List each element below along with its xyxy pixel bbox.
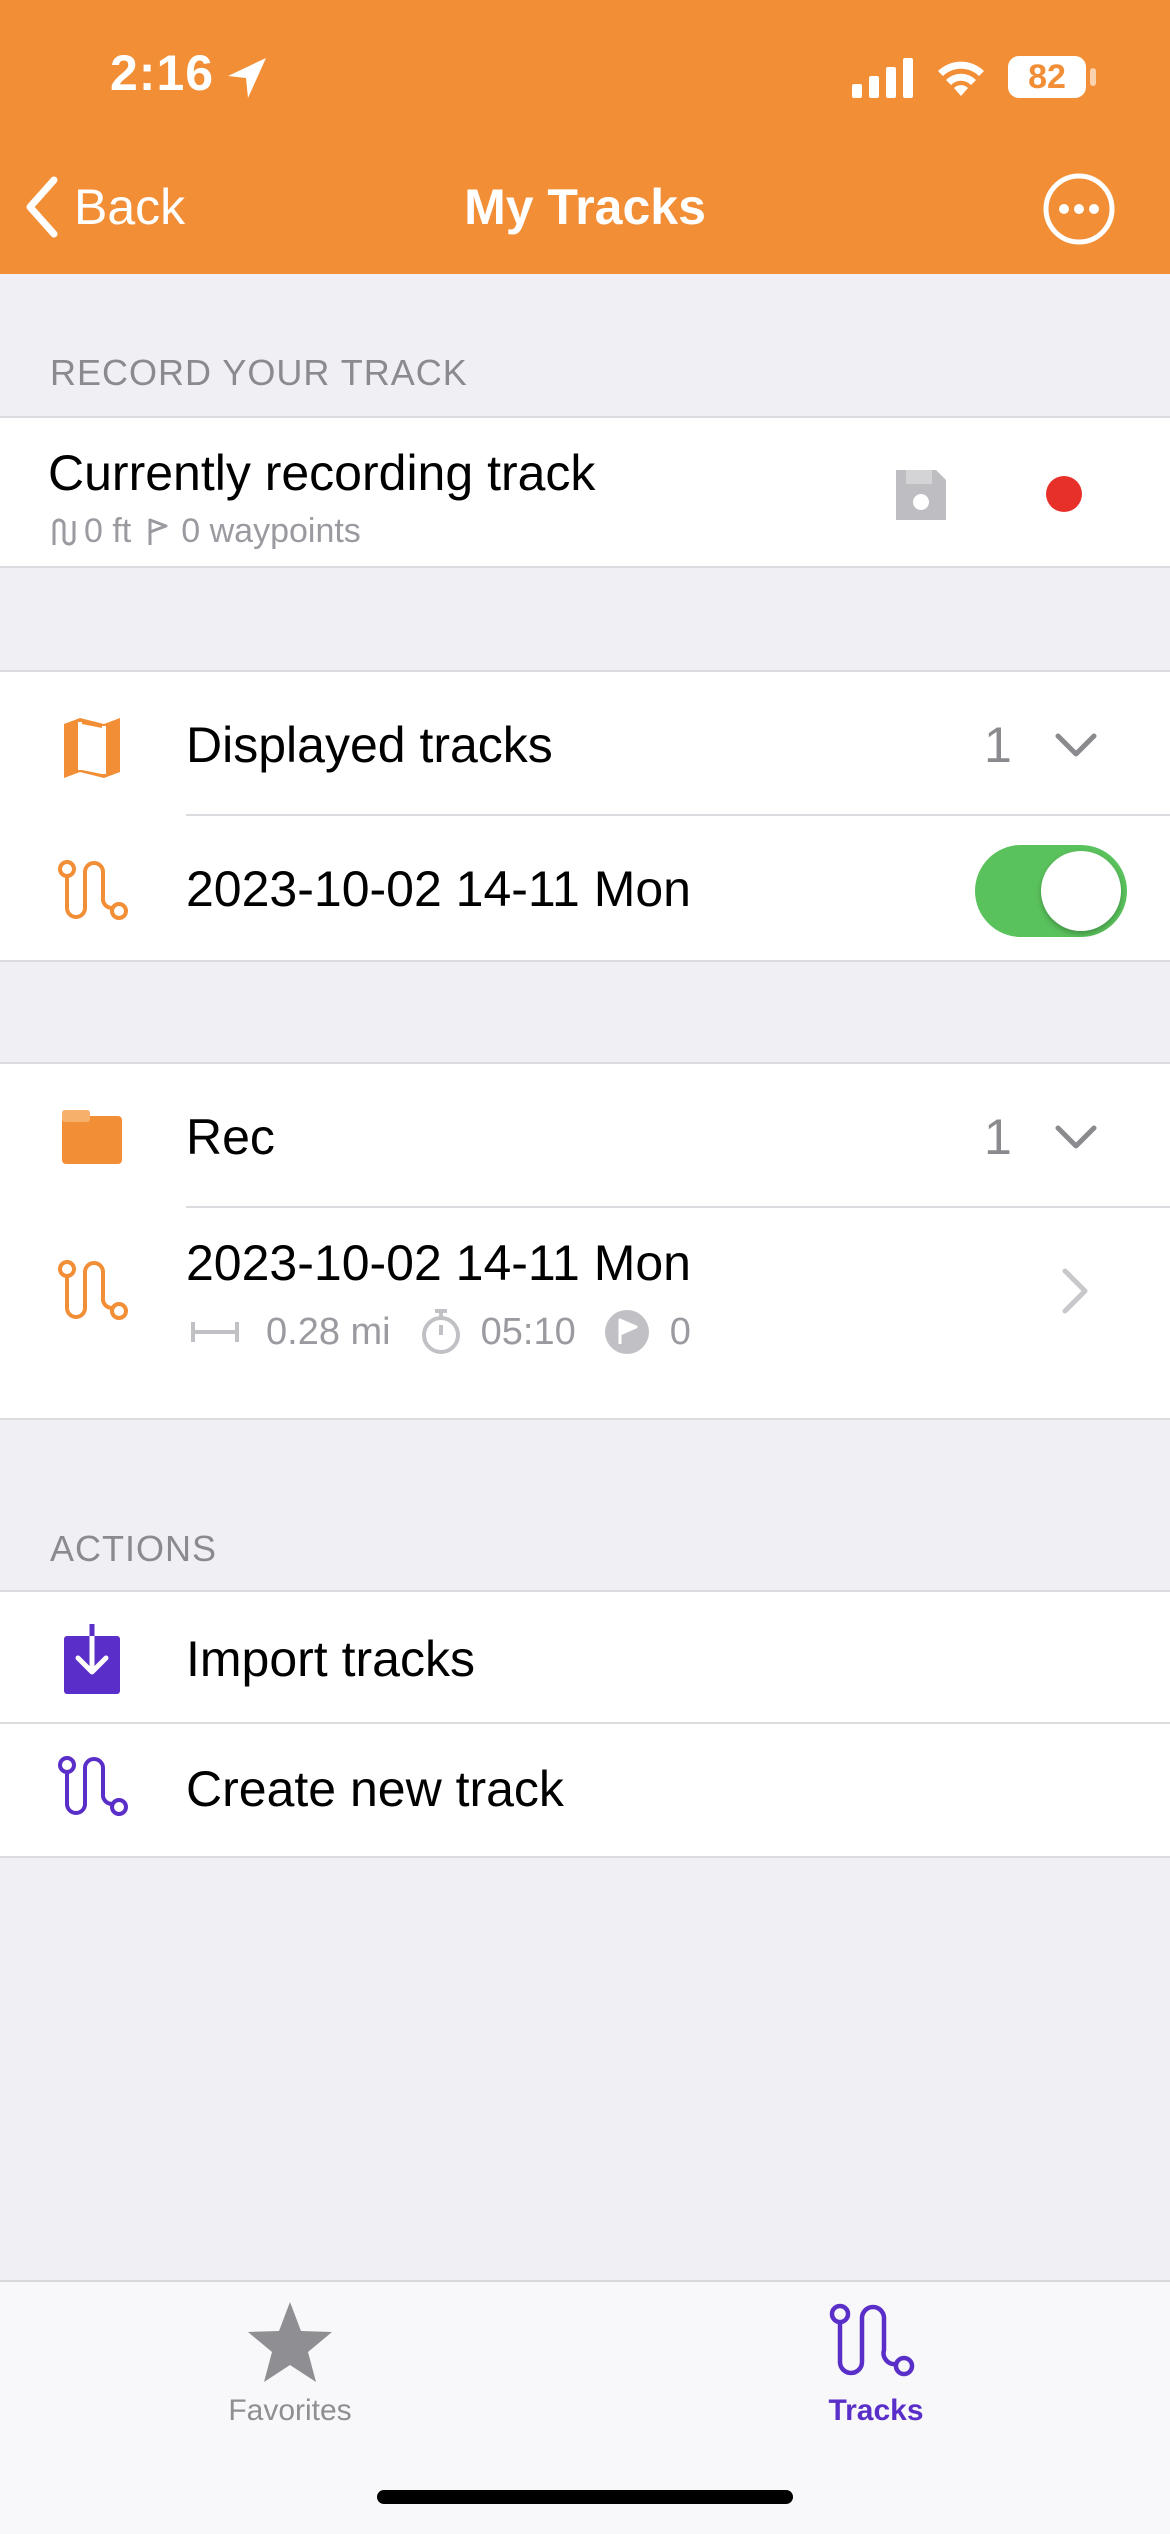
displayed-tracks-count: 1 <box>984 717 1012 773</box>
recording-track-row[interactable]: Currently recording track 0 ft 0 waypoin… <box>0 416 1170 568</box>
route-icon <box>829 2303 915 2377</box>
section-header-actions: ACTIONS <box>50 1528 218 1569</box>
actions-group: Import tracks Create new track <box>0 1590 1170 1858</box>
rec-folder-count: 1 <box>984 1109 1012 1165</box>
divider <box>186 814 1170 816</box>
track-visibility-toggle[interactable] <box>975 845 1127 937</box>
rec-folder-group: Rec 1 2023-10-02 14-11 Mon 0.28 mi 05:10 <box>0 1062 1170 1420</box>
route-icon <box>58 1260 128 1320</box>
chevron-down-icon[interactable] <box>1054 1124 1098 1152</box>
chevron-down-icon[interactable] <box>1054 732 1098 760</box>
tab-favorites[interactable]: Favorites <box>140 2282 440 2432</box>
rec-track-duration: 05:10 <box>480 1310 576 1353</box>
save-icon[interactable] <box>892 466 950 524</box>
status-time: 2:16 <box>110 45 215 101</box>
navigation-header: 2:16 82 Back My Tracks <box>0 0 1170 274</box>
chevron-right-icon <box>1062 1268 1088 1314</box>
tab-tracks[interactable]: Tracks <box>726 2282 1026 2432</box>
import-icon <box>64 1622 120 1694</box>
import-tracks-label: Import tracks <box>186 1631 475 1687</box>
create-new-track-label: Create new track <box>186 1761 564 1817</box>
rec-track-row[interactable]: 2023-10-02 14-11 Mon 0.28 mi 05:10 0 <box>0 1208 1170 1418</box>
tab-tracks-label: Tracks <box>828 2394 924 2427</box>
rec-track-distance: 0.28 mi <box>266 1310 391 1353</box>
create-new-track-row[interactable]: Create new track <box>0 1724 1170 1854</box>
import-tracks-row[interactable]: Import tracks <box>0 1592 1170 1722</box>
wifi-icon <box>938 61 984 96</box>
displayed-tracks-group: Displayed tracks 1 2023-10-02 14-11 Mon <box>0 670 1170 962</box>
location-arrow-icon <box>228 58 266 98</box>
distance-icon <box>191 1322 239 1342</box>
record-indicator[interactable] <box>1046 476 1082 512</box>
flag-small-icon <box>148 518 168 545</box>
rec-track-name: 2023-10-02 14-11 Mon <box>186 1235 691 1291</box>
tab-favorites-label: Favorites <box>228 2394 352 2427</box>
displayed-track-name: 2023-10-02 14-11 Mon <box>186 861 691 917</box>
displayed-tracks-title: Displayed tracks <box>186 717 553 773</box>
signal-icon <box>852 58 913 98</box>
stopwatch-icon <box>421 1309 460 1354</box>
star-icon <box>248 2302 332 2382</box>
rec-track-waypoints: 0 <box>669 1310 691 1353</box>
waypoint-flag-icon <box>604 1310 649 1354</box>
toggle-knob <box>1041 851 1121 931</box>
recording-track-stats: 0 ft 0 waypoints <box>48 512 361 551</box>
route-small-icon <box>52 518 76 545</box>
home-indicator <box>377 2490 793 2504</box>
page-title: My Tracks <box>464 179 706 235</box>
rec-folder-title: Rec <box>186 1109 275 1165</box>
folder-icon[interactable] <box>60 1108 124 1164</box>
battery-cap <box>1090 68 1096 86</box>
battery-indicator: 82 <box>1008 56 1086 98</box>
section-header-record: RECORD YOUR TRACK <box>50 352 468 393</box>
more-options-icon[interactable] <box>1042 172 1116 246</box>
route-icon <box>58 1756 128 1816</box>
recording-distance: 0 ft <box>84 512 132 550</box>
route-icon <box>58 860 128 920</box>
recording-track-title: Currently recording track <box>48 445 596 501</box>
map-icon <box>64 718 120 778</box>
rec-track-stats: 0.28 mi 05:10 0 <box>190 1308 691 1356</box>
recording-waypoints: 0 waypoints <box>181 512 361 550</box>
